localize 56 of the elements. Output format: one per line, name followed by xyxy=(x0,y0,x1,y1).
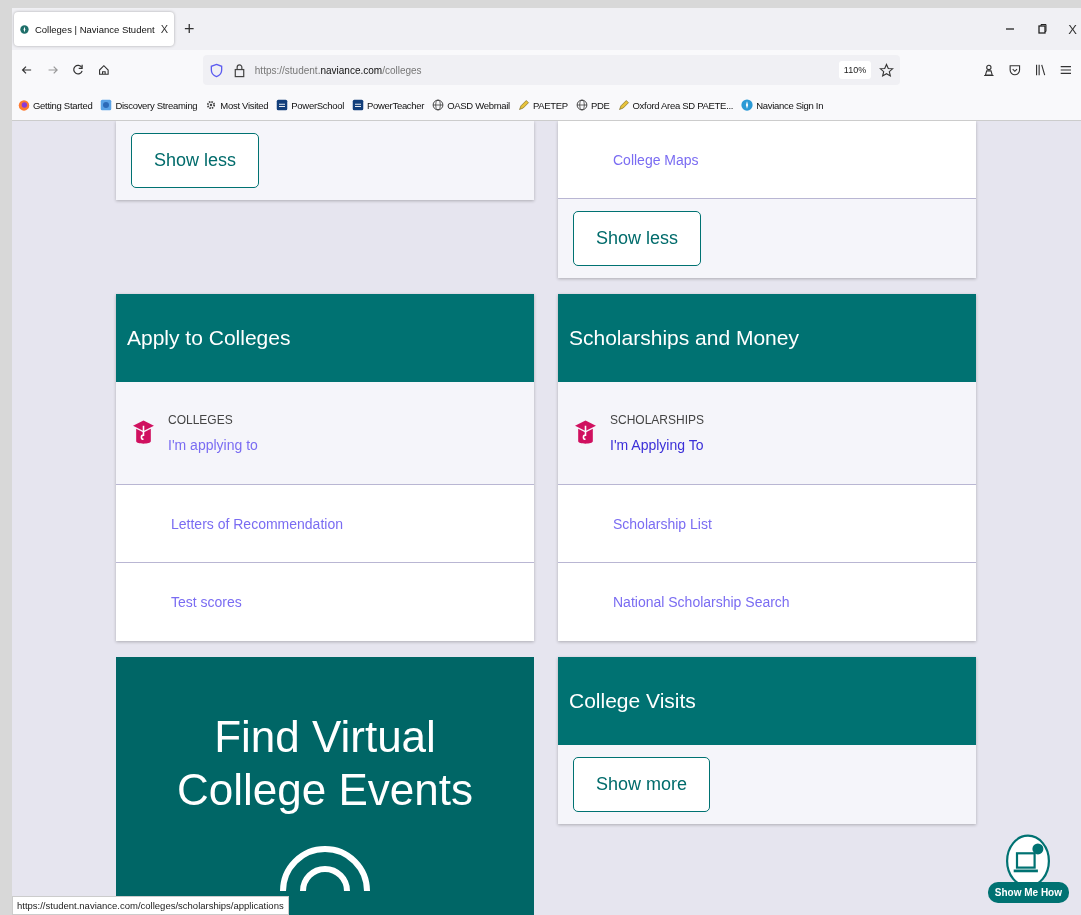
bookmark-item[interactable]: PowerSchool xyxy=(276,99,344,111)
toggle-button[interactable]: Show less xyxy=(573,211,702,266)
pencil-icon xyxy=(517,99,530,111)
account-icon[interactable] xyxy=(982,63,996,77)
browser-tab[interactable]: Colleges | Naviance Student X xyxy=(14,12,174,46)
reload-icon[interactable] xyxy=(71,63,86,77)
card-link[interactable]: National Scholarship Search xyxy=(613,594,790,610)
help-widget[interactable]: Show Me How xyxy=(987,834,1069,903)
bookmark-item[interactable]: PDE xyxy=(575,99,610,111)
new-tab-button[interactable]: + xyxy=(184,18,195,40)
compass-icon xyxy=(20,22,29,36)
card-title: Scholarships and Money xyxy=(569,326,799,350)
bookmark-item[interactable]: Most Visited xyxy=(205,99,269,111)
toggle-button[interactable]: Show more xyxy=(573,757,711,812)
card-link[interactable]: Letters of Recommendation xyxy=(171,515,343,532)
category-label: COLLEGES xyxy=(168,413,234,427)
bookmark-item[interactable]: OASD Webmail xyxy=(432,99,510,111)
promo-title: Find Virtual College Events xyxy=(176,711,474,816)
toggle-button[interactable]: Show less xyxy=(131,133,260,188)
bookmark-item[interactable]: Naviance Sign In xyxy=(741,99,824,111)
bookmark-item[interactable]: Getting Started xyxy=(18,99,93,111)
card-title: Apply to Colleges xyxy=(127,326,291,350)
address-bar[interactable]: https://student.naviance.com/colleges 110% xyxy=(202,55,901,85)
pencil-icon xyxy=(617,99,630,111)
card-link[interactable]: Test scores xyxy=(171,594,242,610)
shield-icon xyxy=(208,62,224,78)
card-link[interactable]: Scholarship List xyxy=(613,515,712,532)
graduation-cap-icon xyxy=(132,419,155,447)
globe-icon xyxy=(432,99,445,111)
bookmark-item[interactable]: Discovery Streaming xyxy=(100,99,198,111)
close-tab-button[interactable]: X xyxy=(160,23,168,35)
bookmark-item[interactable]: PAETEP xyxy=(517,99,568,111)
back-icon[interactable] xyxy=(20,63,34,77)
restore-icon[interactable] xyxy=(1036,23,1049,35)
star-icon[interactable] xyxy=(879,62,895,78)
help-label: Show Me How xyxy=(987,882,1069,903)
globe-icon xyxy=(575,99,588,111)
home-icon[interactable] xyxy=(97,63,111,77)
menu-icon[interactable] xyxy=(1059,63,1073,77)
card-link[interactable]: I'm applying to xyxy=(168,437,258,453)
category-label: SCHOLARSHIPS xyxy=(610,413,705,427)
graduation-cap-icon xyxy=(574,419,597,447)
library-icon[interactable] xyxy=(1033,63,1048,77)
url-text: https://student.naviance.com/colleges xyxy=(254,64,422,76)
pocket-icon[interactable] xyxy=(1007,63,1022,77)
status-url: https://student.naviance.com/colleges/scholarships/applications xyxy=(12,896,289,915)
bookmark-item[interactable]: PowerTeacher xyxy=(352,99,425,111)
card-title: College Visits xyxy=(569,689,696,713)
compass-icon xyxy=(741,99,754,111)
gear-icon xyxy=(205,99,218,111)
bookmark-item[interactable]: Oxford Area SD PAETE... xyxy=(617,99,734,111)
close-window-button[interactable]: X xyxy=(1068,21,1077,37)
tab-title: Colleges | Naviance Student xyxy=(34,23,155,35)
zoom-level[interactable]: 110% xyxy=(838,61,872,79)
card-link[interactable]: College Maps xyxy=(613,151,699,168)
card-link[interactable]: I'm Applying To xyxy=(610,437,705,453)
